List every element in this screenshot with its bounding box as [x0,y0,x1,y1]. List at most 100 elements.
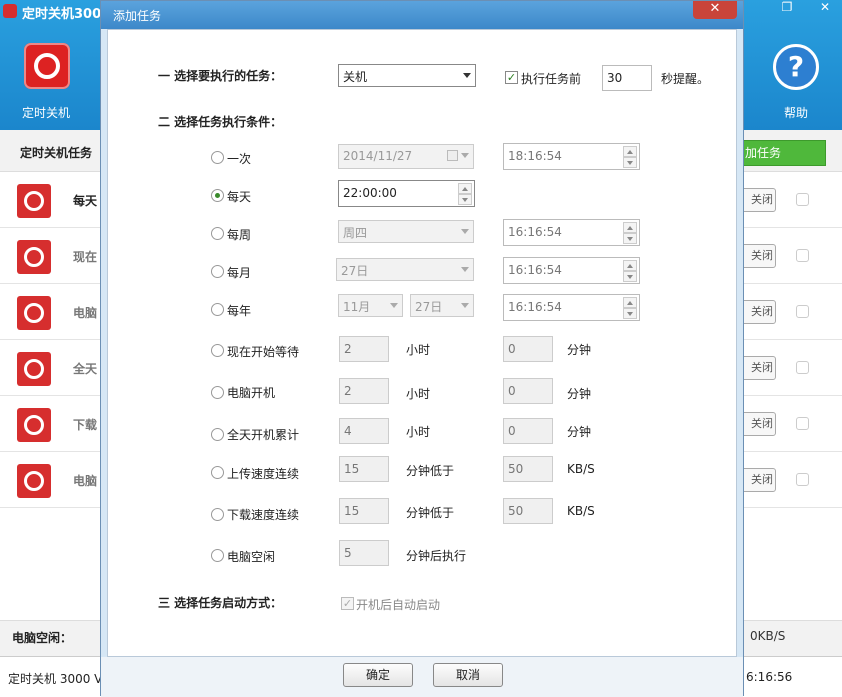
power-icon [17,184,51,218]
close-task-button[interactable]: 关闭 [740,468,776,492]
spin-up-icon[interactable] [623,297,637,308]
ok-button[interactable]: 确定 [343,663,413,687]
idle-minutes-input[interactable]: 5 [339,540,389,566]
cancel-button[interactable]: 取消 [433,663,503,687]
chevron-down-icon [461,303,469,308]
power-icon [17,408,51,442]
radio-weekly[interactable] [211,227,224,240]
close-task-button[interactable]: 关闭 [740,412,776,436]
power-icon [17,296,51,330]
spin-up-icon[interactable] [458,183,472,194]
upload-speed-input[interactable]: 50 [503,456,553,482]
app-icon [3,4,17,18]
year-day-select[interactable]: 27日 [410,294,474,317]
spin-up-icon[interactable] [623,146,637,157]
radio-upload[interactable] [211,466,224,479]
chevron-down-icon [461,229,469,234]
download-minutes-input[interactable]: 15 [339,498,389,524]
radio-idle[interactable] [211,549,224,562]
weekly-time-spinner[interactable]: 16:16:54 [503,219,640,246]
spin-up-icon[interactable] [623,260,637,271]
close-icon[interactable]: ✕ [808,0,842,18]
radio-download-label: 下载速度连续 [227,508,300,522]
task-select[interactable]: 关机 [338,64,476,87]
power-icon [17,464,51,498]
autostart-label: 开机后自动启动 [356,598,441,612]
yearly-time-value: 16:16:54 [508,300,562,314]
radio-yearly[interactable] [211,303,224,316]
wait-hours-input[interactable]: 2 [339,336,389,362]
speed-value: 0KB/S [750,629,786,643]
task-text: 下载 [73,418,98,432]
year-month-select[interactable]: 11月 [338,294,403,317]
spin-up-icon[interactable] [623,222,637,233]
calendar-icon [447,150,458,161]
power-logo-button[interactable] [24,43,70,89]
once-date-picker[interactable]: 2014/11/27 [338,144,474,169]
power-icon [17,240,51,274]
radio-once[interactable] [211,151,224,164]
remind-seconds-input[interactable]: 30 [602,65,652,91]
remind-checkbox[interactable]: ✓ [505,71,518,84]
monthly-time-spinner[interactable]: 16:16:54 [503,257,640,284]
task-text: 电脑 [73,306,98,320]
boot-minutes-input[interactable]: 0 [503,378,553,404]
radio-monthly[interactable] [211,265,224,278]
radio-uptime-label: 全天开机累计 [227,428,300,442]
version-label: 定时关机 3000 V [8,672,103,686]
upload-minutes-input[interactable]: 15 [339,456,389,482]
year-month-value: 11月 [343,300,371,314]
once-time-spinner[interactable]: 18:16:54 [503,143,640,170]
download-speed-input[interactable]: 50 [503,498,553,524]
chevron-down-icon[interactable] [796,305,809,318]
yearly-time-spinner[interactable]: 16:16:54 [503,294,640,321]
close-task-button[interactable]: 关闭 [740,356,776,380]
spin-down-icon[interactable] [623,308,637,319]
chevron-down-icon[interactable] [796,473,809,486]
spin-down-icon[interactable] [623,233,637,244]
year-day-value: 27日 [415,300,443,314]
download-minutes-unit: 分钟低于 [406,506,455,520]
task-select-value: 关机 [343,70,368,84]
close-icon[interactable]: ✕ [693,1,737,19]
restore-icon[interactable]: ❐ [770,0,804,18]
spin-down-icon[interactable] [623,271,637,282]
add-task-button[interactable]: 加任务 [742,140,826,166]
radio-daily[interactable] [211,189,224,202]
radio-upload-label: 上传速度连续 [227,467,300,481]
chevron-down-icon [461,267,469,272]
chevron-down-icon [390,303,398,308]
radio-monthly-label: 每月 [227,266,252,280]
section-condition-heading: 二 选择任务执行条件： [158,115,283,129]
chevron-down-icon[interactable] [796,361,809,374]
boot-hours-input[interactable]: 2 [339,378,389,404]
close-task-button[interactable]: 关闭 [740,188,776,212]
radio-weekly-label: 每周 [227,228,252,242]
radio-boot[interactable] [211,386,224,399]
close-task-button[interactable]: 关闭 [740,244,776,268]
uptime-minutes-unit: 分钟 [567,425,592,439]
radio-uptime[interactable] [211,428,224,441]
wait-minutes-input[interactable]: 0 [503,336,553,362]
clock-label: 6:16:56 [746,670,793,684]
dialog-titlebar[interactable]: 添加任务 ✕ [101,1,743,29]
chevron-down-icon[interactable] [796,249,809,262]
spin-down-icon[interactable] [458,194,472,205]
weekday-select[interactable]: 周四 [338,220,474,243]
uptime-hours-input[interactable]: 4 [339,418,389,444]
daily-time-spinner[interactable]: 22:00:00 [338,180,475,207]
radio-download[interactable] [211,508,224,521]
chevron-down-icon[interactable] [796,417,809,430]
radio-wait[interactable] [211,344,224,357]
close-task-button[interactable]: 关闭 [740,300,776,324]
spin-down-icon[interactable] [623,157,637,168]
help-label: 帮助 [784,106,809,120]
autostart-checkbox[interactable]: ✓ [341,597,354,610]
dialog-title: 添加任务 [113,9,162,23]
download-speed-unit: KB/S [567,504,595,518]
uptime-minutes-input[interactable]: 0 [503,418,553,444]
chevron-down-icon[interactable] [796,193,809,206]
month-day-select[interactable]: 27日 [336,258,474,281]
help-icon[interactable]: ? [773,44,819,90]
add-task-dialog: 添加任务 ✕ 一 选择要执行的任务： 关机 ✓ 执行任务前 30 秒提醒。 二 … [100,0,744,697]
